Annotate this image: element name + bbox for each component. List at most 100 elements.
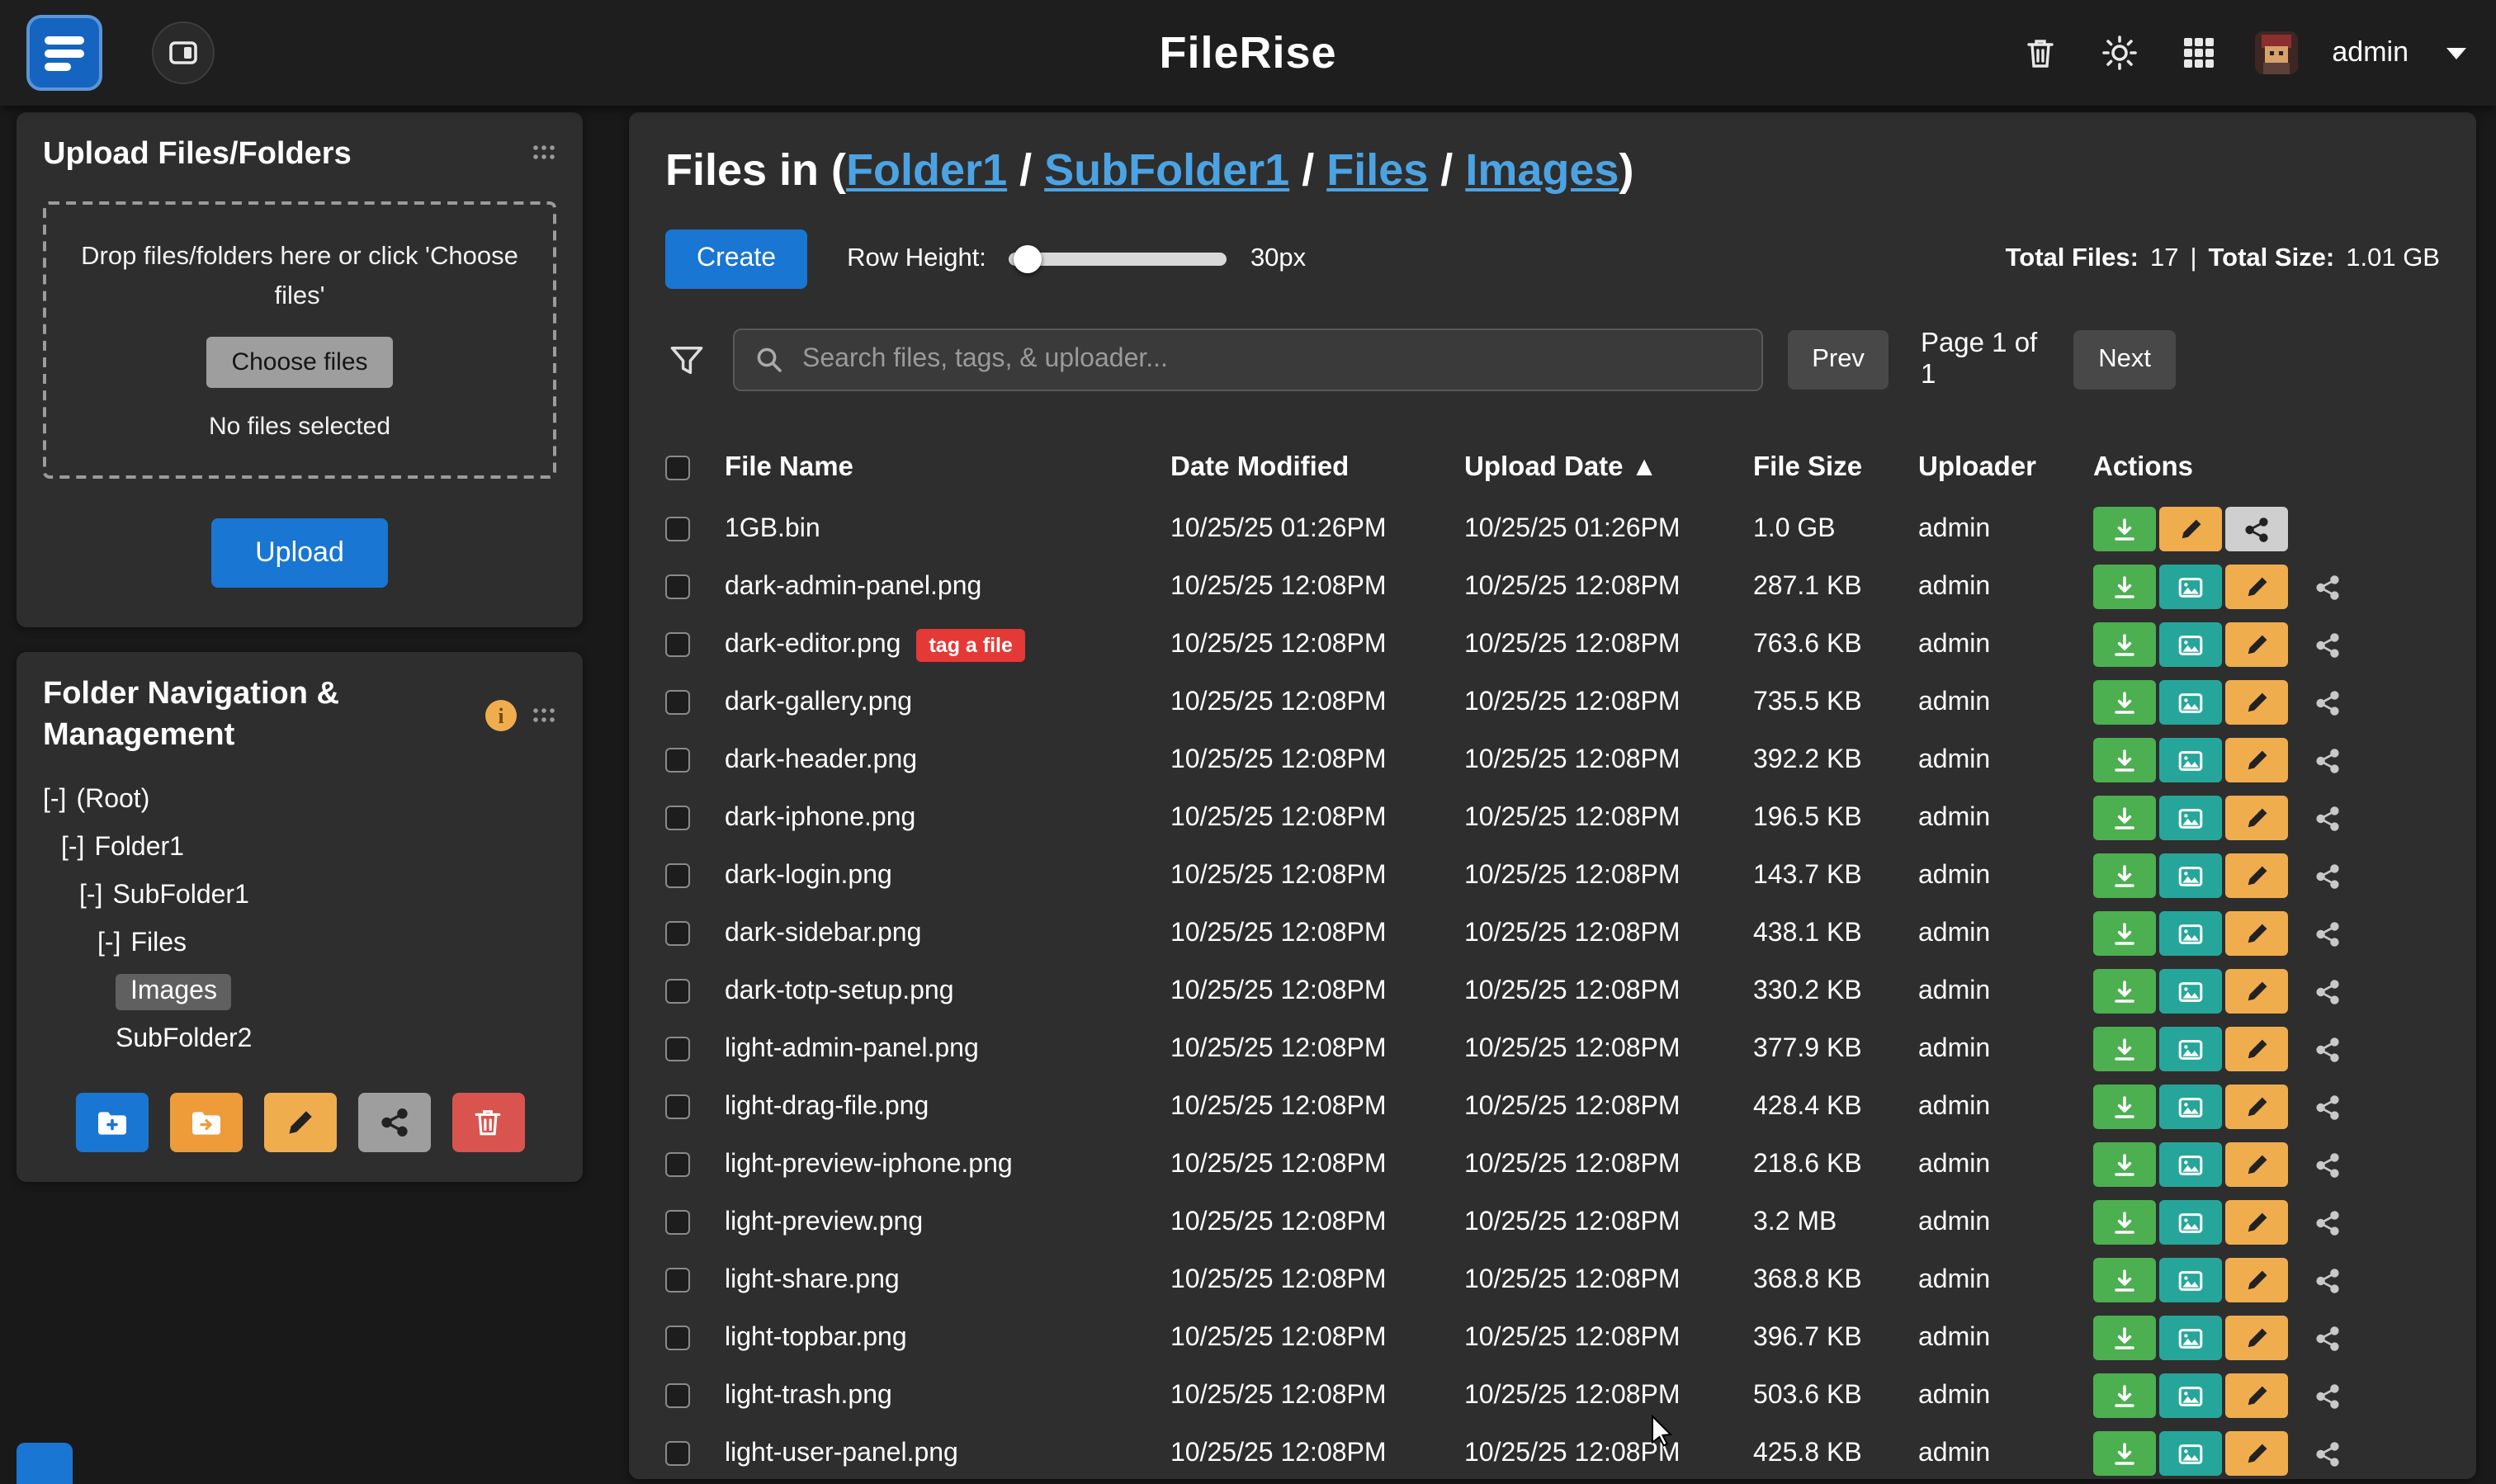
- preview-button[interactable]: [2159, 1027, 2222, 1071]
- row-checkbox[interactable]: [665, 1383, 690, 1408]
- slider-thumb[interactable]: [1014, 245, 1042, 273]
- rename-button[interactable]: [2225, 680, 2288, 725]
- folder-item-label[interactable]: SubFolder1: [112, 881, 248, 911]
- table-row[interactable]: dark-iphone.png 10/25/25 12:08PM 10/25/2…: [665, 789, 2440, 847]
- preview-button[interactable]: [2159, 1373, 2222, 1418]
- row-checkbox[interactable]: [665, 863, 690, 888]
- folder-tree-item[interactable]: [-](Root): [43, 777, 556, 825]
- rename-button[interactable]: [2225, 1142, 2288, 1187]
- share-button[interactable]: [2296, 1085, 2359, 1129]
- upload-button[interactable]: Upload: [210, 518, 389, 588]
- download-button[interactable]: [2093, 565, 2156, 609]
- share-button[interactable]: [2296, 1431, 2359, 1476]
- breadcrumb-link[interactable]: Files: [1326, 145, 1428, 195]
- rename-button[interactable]: [2225, 1085, 2288, 1129]
- table-row[interactable]: 1GB.bin 10/25/25 01:26PM 10/25/25 01:26P…: [665, 500, 2440, 558]
- file-name[interactable]: dark-sidebar.png: [725, 919, 921, 948]
- create-button[interactable]: Create: [665, 229, 807, 289]
- preview-button[interactable]: [2159, 680, 2222, 725]
- download-button[interactable]: [2093, 622, 2156, 667]
- file-name[interactable]: dark-login.png: [725, 861, 892, 891]
- table-row[interactable]: dark-editor.png tag a file 10/25/25 12:0…: [665, 616, 2440, 673]
- select-all-checkbox[interactable]: [665, 455, 690, 480]
- download-button[interactable]: [2093, 1431, 2156, 1476]
- share-button[interactable]: [2296, 1373, 2359, 1418]
- row-checkbox[interactable]: [665, 1094, 690, 1119]
- folder-tree-item[interactable]: SubFolder2: [43, 1016, 556, 1064]
- rename-button[interactable]: [2159, 507, 2222, 551]
- folder-item-label[interactable]: Files: [130, 929, 187, 959]
- rename-button[interactable]: [2225, 622, 2288, 667]
- folder-item-selected[interactable]: Images: [116, 974, 232, 1010]
- file-name[interactable]: light-preview-iphone.png: [725, 1150, 1013, 1179]
- rename-button[interactable]: [2225, 1373, 2288, 1418]
- rename-folder-button[interactable]: [263, 1094, 336, 1153]
- preview-button[interactable]: [2159, 622, 2222, 667]
- file-name[interactable]: light-trash.png: [725, 1381, 892, 1411]
- share-folder-button[interactable]: [357, 1094, 430, 1153]
- share-button[interactable]: [2296, 1027, 2359, 1071]
- row-checkbox[interactable]: [665, 1326, 690, 1350]
- preview-button[interactable]: [2159, 1258, 2222, 1302]
- file-name[interactable]: dark-header.png: [725, 745, 917, 775]
- download-button[interactable]: [2093, 911, 2156, 956]
- folder-item-label[interactable]: SubFolder2: [116, 1025, 252, 1055]
- rename-button[interactable]: [2225, 1431, 2288, 1476]
- row-checkbox[interactable]: [665, 1268, 690, 1293]
- theme-toggle-button[interactable]: [2096, 30, 2142, 76]
- info-icon[interactable]: i: [485, 700, 517, 731]
- breadcrumb-link[interactable]: Folder1: [846, 145, 1007, 195]
- row-height-slider[interactable]: [1009, 253, 1227, 266]
- breadcrumb-link[interactable]: SubFolder1: [1044, 145, 1289, 195]
- table-row[interactable]: dark-totp-setup.png 10/25/25 12:08PM 10/…: [665, 962, 2440, 1020]
- row-checkbox[interactable]: [665, 632, 690, 657]
- file-name[interactable]: light-drag-file.png: [725, 1092, 929, 1122]
- row-checkbox[interactable]: [665, 517, 690, 541]
- rename-button[interactable]: [2225, 738, 2288, 782]
- download-button[interactable]: [2093, 1373, 2156, 1418]
- download-button[interactable]: [2093, 1142, 2156, 1187]
- row-checkbox[interactable]: [665, 921, 690, 946]
- file-name[interactable]: light-user-panel.png: [725, 1439, 958, 1468]
- table-row[interactable]: dark-login.png 10/25/25 12:08PM 10/25/25…: [665, 847, 2440, 905]
- download-button[interactable]: [2093, 1085, 2156, 1129]
- file-name[interactable]: light-admin-panel.png: [725, 1034, 979, 1064]
- download-button[interactable]: [2093, 853, 2156, 898]
- folder-tree-item[interactable]: [-] Folder1: [43, 825, 556, 872]
- choose-files-button[interactable]: Choose files: [206, 337, 392, 388]
- share-button[interactable]: [2296, 911, 2359, 956]
- download-button[interactable]: [2093, 1258, 2156, 1302]
- download-button[interactable]: [2093, 507, 2156, 551]
- rename-button[interactable]: [2225, 969, 2288, 1014]
- preview-button[interactable]: [2159, 969, 2222, 1014]
- download-button[interactable]: [2093, 969, 2156, 1014]
- tree-toggle[interactable]: [-]: [43, 786, 66, 815]
- folder-tree-item[interactable]: Images: [43, 968, 556, 1016]
- user-avatar[interactable]: [2254, 31, 2297, 74]
- preview-button[interactable]: [2159, 565, 2222, 609]
- preview-button[interactable]: [2159, 1316, 2222, 1360]
- table-row[interactable]: light-preview.png 10/25/25 12:08PM 10/25…: [665, 1193, 2440, 1251]
- preview-button[interactable]: [2159, 1200, 2222, 1245]
- row-checkbox[interactable]: [665, 1210, 690, 1235]
- table-row[interactable]: dark-admin-panel.png 10/25/25 12:08PM 10…: [665, 558, 2440, 616]
- search-input[interactable]: [799, 343, 1761, 376]
- apps-grid-button[interactable]: [2177, 31, 2219, 74]
- tree-toggle[interactable]: [-]: [61, 834, 84, 863]
- file-name[interactable]: dark-editor.png: [725, 630, 901, 659]
- folder-item-label[interactable]: Folder1: [94, 834, 184, 863]
- folder-tree-item[interactable]: [-]Files: [43, 920, 556, 968]
- download-button[interactable]: [2093, 796, 2156, 840]
- tree-toggle[interactable]: [-]: [79, 881, 102, 911]
- table-row[interactable]: dark-header.png 10/25/25 12:08PM 10/25/2…: [665, 731, 2440, 789]
- trash-view-button[interactable]: [2018, 31, 2061, 74]
- share-button[interactable]: [2296, 1142, 2359, 1187]
- preview-button[interactable]: [2159, 1085, 2222, 1129]
- table-row[interactable]: light-trash.png 10/25/25 12:08PM 10/25/2…: [665, 1367, 2440, 1425]
- row-checkbox[interactable]: [665, 748, 690, 773]
- row-checkbox[interactable]: [665, 979, 690, 1004]
- preview-button[interactable]: [2159, 911, 2222, 956]
- table-row[interactable]: light-drag-file.png 10/25/25 12:08PM 10/…: [665, 1078, 2440, 1136]
- app-logo-button[interactable]: [26, 15, 102, 91]
- col-upload-date[interactable]: Upload Date ▲: [1464, 451, 1753, 483]
